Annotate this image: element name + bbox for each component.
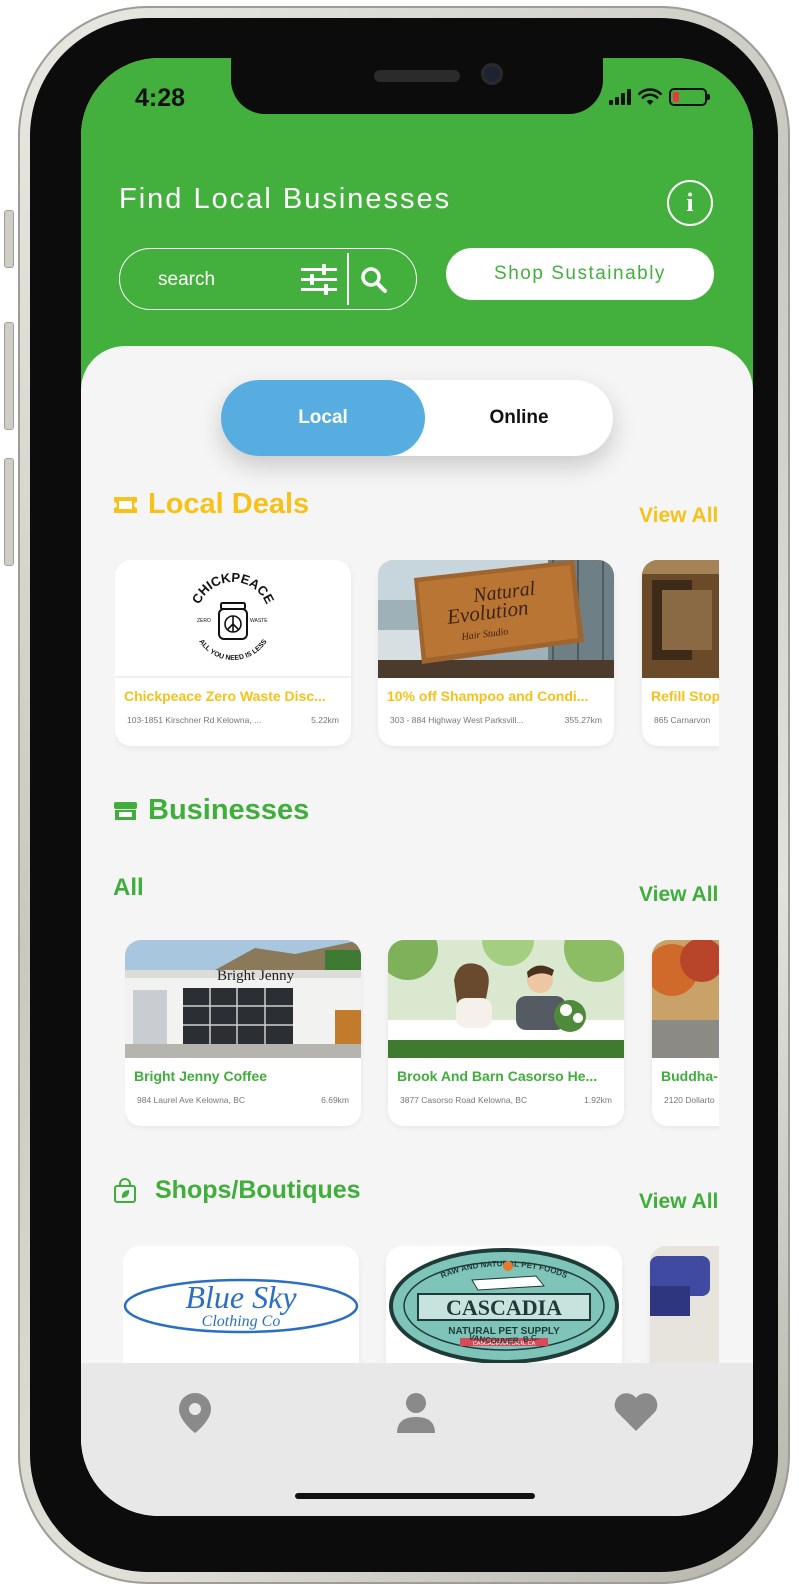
page-title: Find Local Businesses (119, 183, 452, 215)
svg-text:ALL YOU NEED IS LESS: ALL YOU NEED IS LESS (197, 638, 268, 662)
mute-switch (4, 210, 14, 268)
cellular-signal-icon (609, 89, 631, 105)
sliders-icon[interactable] (300, 263, 338, 297)
logo-name: CASCADIA (446, 1295, 562, 1320)
deal-card-title: Chickpeace Zero Waste Disc... (124, 688, 326, 704)
natural-evolution-sign-photo: Natural Evolution Hair Studio (378, 560, 614, 678)
shopping-bag-icon (114, 1177, 136, 1203)
businesses-view-all[interactable]: View All (639, 883, 718, 907)
chickpeace-logo: CHICKPEACE ALL YOU NEED IS LESS ZERO WAS… (115, 560, 351, 678)
heart-icon[interactable] (613, 1391, 659, 1433)
local-deals-carousel: CHICKPEACE ALL YOU NEED IS LESS ZERO WAS… (115, 560, 719, 760)
local-deals-heading: Local Deals (113, 488, 309, 521)
logo-left-text: ZERO (197, 618, 211, 624)
magnifier-icon[interactable] (360, 266, 388, 294)
status-time: 4:28 (135, 84, 186, 112)
search-bar (119, 248, 417, 310)
volume-up-button (4, 322, 14, 430)
deal-card-address: 103-1851 Kirschner Rd Kelowna, ... (127, 715, 262, 725)
shop-sustainably-button[interactable]: Shop Sustainably (446, 248, 714, 300)
shops-title: Shops/Boutiques (155, 1176, 361, 1204)
bottom-navigation (81, 1363, 753, 1516)
businesses-title: Businesses (148, 794, 310, 826)
business-card[interactable]: Brook And Barn Casorso He... 3877 Casors… (388, 940, 624, 1126)
business-card-title: Buddha- (661, 1068, 718, 1084)
shops-carousel: Blue Sky Clothing Co RAW AND NATURAL PET… (123, 1246, 719, 1366)
shops-heading: Shops/Boutiques (113, 1176, 361, 1205)
logo-top-text: CHICKPEACE (189, 570, 278, 607)
notch (231, 58, 603, 114)
deal-card-title: Refill Stop (651, 688, 719, 704)
deal-card-address: 303 - 884 Highway West Parksvill... (390, 715, 524, 725)
deal-card[interactable]: CHICKPEACE ALL YOU NEED IS LESS ZERO WAS… (115, 560, 351, 746)
ticket-icon (114, 496, 137, 513)
logo-line-2: Clothing Co (202, 1313, 281, 1330)
local-deals-title: Local Deals (148, 488, 310, 520)
business-card-distance: 6.69km (321, 1095, 349, 1105)
volume-down-button (4, 458, 14, 566)
svg-text:CHICKPEACE: CHICKPEACE (189, 570, 278, 607)
deal-card-distance: 5.22km (311, 715, 339, 725)
logo-bottom-text: ALL YOU NEED IS LESS (197, 638, 268, 662)
business-card-address: 3877 Casorso Road Kelowna, BC (400, 1095, 528, 1105)
business-card-distance: 1.92km (584, 1095, 612, 1105)
storefront-icon (114, 801, 137, 820)
wifi-icon (638, 88, 662, 105)
business-card[interactable]: Bright Jenny Bright Jenny Coffee 984 Lau… (125, 940, 361, 1126)
business-card-title: Brook And Barn Casorso He... (397, 1068, 598, 1084)
business-card-address: 984 Laurel Ave Kelowna, BC (137, 1095, 246, 1105)
deal-card[interactable]: Refill Stop 865 Carnarvon (642, 560, 719, 746)
storefront-sign-text: Bright Jenny (217, 968, 295, 984)
shops-view-all[interactable]: View All (639, 1190, 718, 1214)
refill-stop-photo (642, 560, 719, 678)
status-icons (609, 88, 710, 106)
toggle-local[interactable]: Local (221, 380, 425, 456)
businesses-carousel: Bright Jenny Bright Jenny Coffee 984 Lau… (125, 940, 719, 1140)
shop-interior-photo (650, 1246, 719, 1364)
business-card-title: Bright Jenny Coffee (134, 1068, 268, 1084)
brook-and-barn-photo (388, 940, 624, 1058)
battery-icon (669, 88, 710, 106)
businesses-heading: Businesses (113, 794, 309, 827)
deal-card-title: 10% off Shampoo and Condi... (387, 688, 589, 704)
speaker-grille (374, 70, 460, 82)
local-online-toggle: Local Online (221, 380, 613, 456)
search-input[interactable] (158, 266, 288, 294)
search-divider (347, 253, 349, 305)
businesses-all-subheading: All (113, 874, 144, 901)
logo-right-text: WASTE (250, 618, 268, 624)
business-card[interactable]: Buddha- 2120 Dollarto (652, 940, 719, 1126)
shop-card[interactable]: RAW AND NATURAL PET FOODS CASCADIA NATUR… (386, 1246, 622, 1366)
home-indicator[interactable] (295, 1493, 535, 1499)
buddha-street-photo (652, 940, 719, 1058)
deal-card-distance: 355.27km (564, 715, 602, 725)
user-icon[interactable] (395, 1391, 437, 1435)
front-camera (481, 63, 503, 85)
info-icon[interactable]: i (667, 180, 713, 226)
blue-sky-logo: Blue Sky Clothing Co (123, 1246, 359, 1364)
shop-card[interactable] (650, 1246, 719, 1366)
bright-jenny-storefront-photo: Bright Jenny (125, 940, 361, 1058)
deal-card[interactable]: Natural Evolution Hair Studio 10% off Sh… (378, 560, 614, 746)
local-deals-view-all[interactable]: View All (639, 504, 718, 528)
toggle-online[interactable]: Online (425, 380, 613, 456)
cascadia-logo: RAW AND NATURAL PET FOODS CASCADIA NATUR… (386, 1246, 622, 1364)
logo-subtitle: NATURAL PET SUPPLY (448, 1326, 560, 1337)
deal-card-address: 865 Carnarvon (654, 715, 711, 725)
shop-card[interactable]: Blue Sky Clothing Co (123, 1246, 359, 1366)
map-pin-icon[interactable] (177, 1391, 213, 1435)
logo-line-1: Blue Sky (185, 1279, 297, 1315)
business-card-address: 2120 Dollarto (664, 1095, 715, 1105)
app-screen: 4:28 Find Local Businesses i Shop Sustai (81, 58, 753, 1516)
